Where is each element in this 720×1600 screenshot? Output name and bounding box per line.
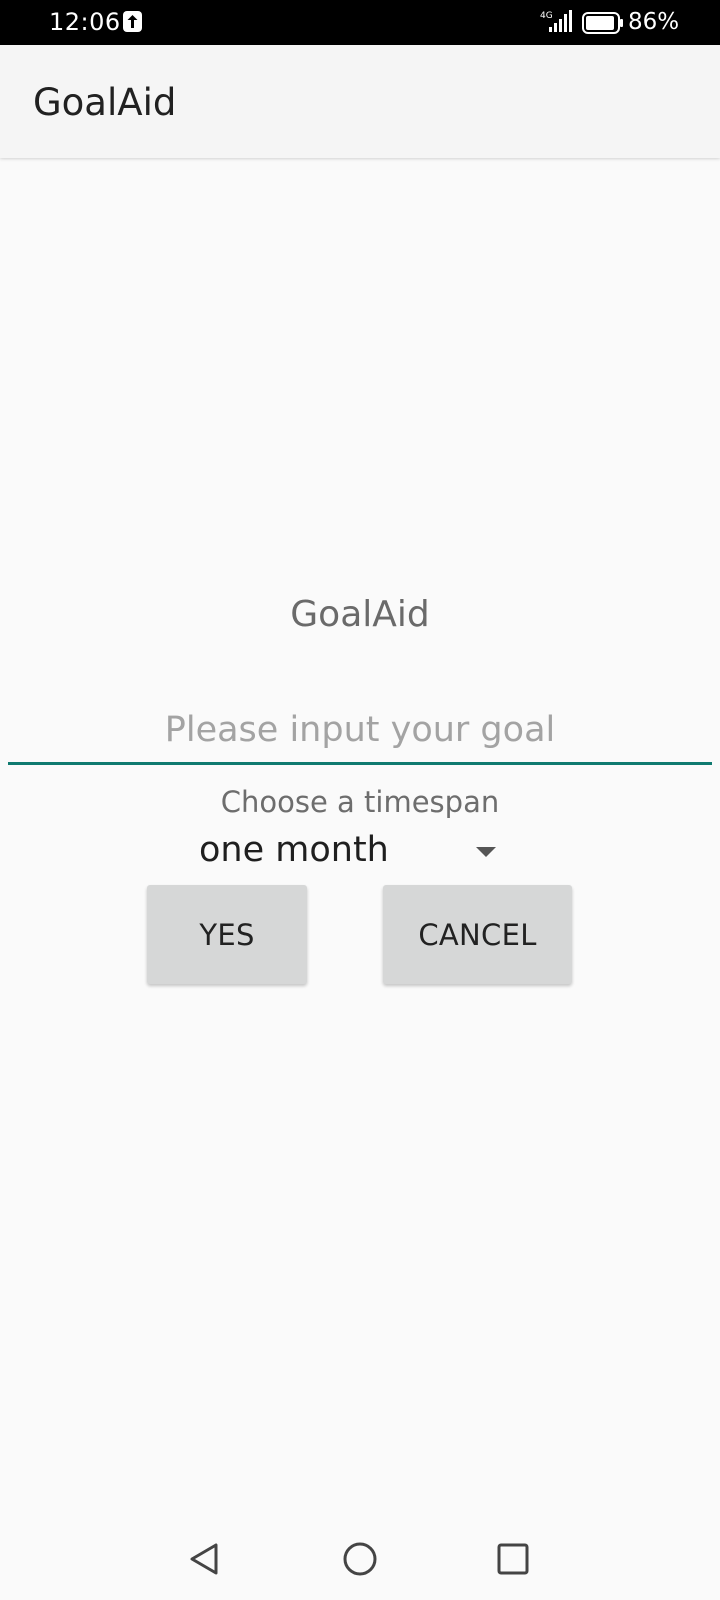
app-bar: GoalAid [0, 45, 720, 158]
home-icon[interactable] [342, 1541, 378, 1581]
back-icon[interactable] [187, 1541, 223, 1581]
cancel-button[interactable]: CANCEL [383, 885, 572, 984]
navigation-bar [0, 1520, 720, 1600]
dropdown-arrow-icon [476, 843, 496, 862]
timespan-label: Choose a timespan [220, 785, 500, 819]
form-title: GoalAid [290, 594, 430, 635]
battery-icon [582, 12, 624, 38]
status-bar: 12:06 4G 86% [0, 0, 720, 45]
goal-input[interactable] [8, 705, 712, 765]
status-time: 12:06 [49, 8, 121, 36]
timespan-selected: one month [199, 830, 389, 870]
yes-button[interactable]: YES [147, 885, 307, 984]
network-type: 4G [540, 11, 553, 21]
battery-percent: 86% [628, 9, 680, 35]
upload-icon [123, 11, 142, 32]
recents-icon[interactable] [497, 1543, 529, 1579]
app-title: GoalAid [33, 81, 177, 124]
signal-icon: 4G [540, 10, 574, 38]
timespan-spinner[interactable]: one month [196, 825, 506, 877]
